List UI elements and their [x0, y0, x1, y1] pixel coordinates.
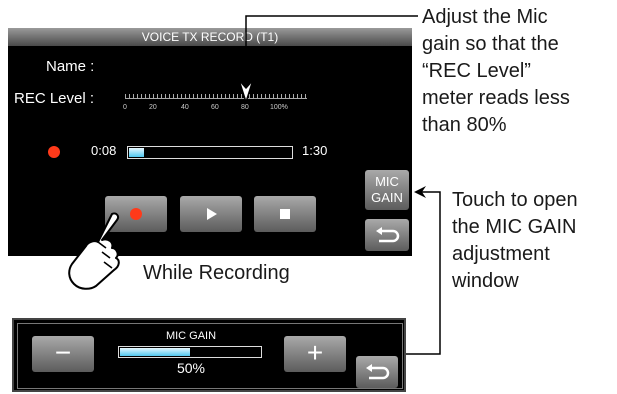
increase-button[interactable]: + [284, 336, 346, 372]
decrease-button[interactable]: − [32, 336, 94, 372]
mic-gain-fill [120, 348, 190, 356]
mic-gain-bar [118, 346, 262, 358]
mic-gain-title: MIC GAIN [165, 330, 217, 342]
popup-back-button[interactable] [356, 356, 398, 388]
mic-gain-value: 50% [176, 360, 206, 376]
return-icon [366, 364, 390, 380]
mic-gain-panel: − MIC GAIN 50% + [17, 323, 403, 389]
mic-gain-window: − MIC GAIN 50% + [12, 318, 406, 392]
